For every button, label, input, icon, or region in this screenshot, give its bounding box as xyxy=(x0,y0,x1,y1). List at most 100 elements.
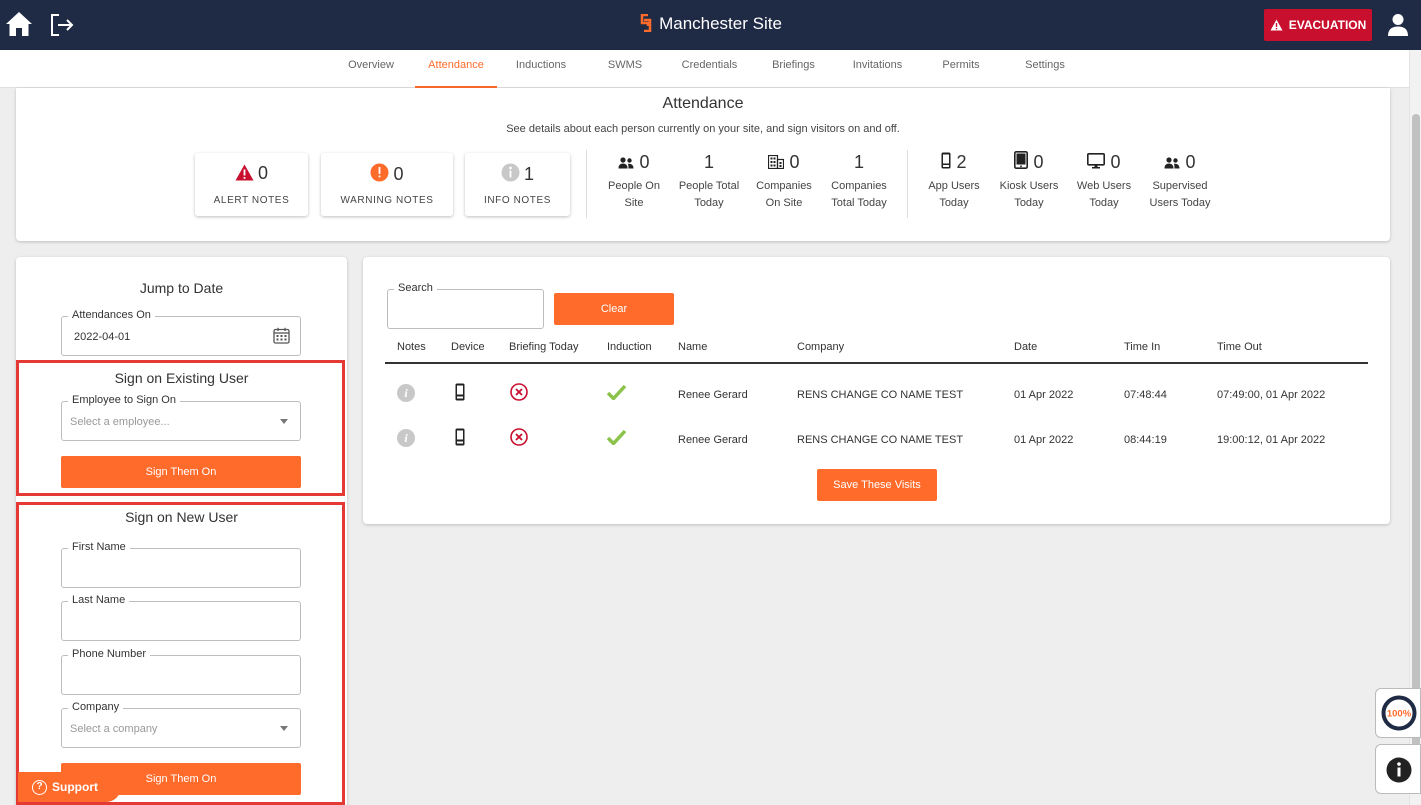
column-header-induction: Induction xyxy=(607,341,652,353)
attendances-on-date-field[interactable]: Attendances On 2022-04-01 xyxy=(61,309,301,356)
divider xyxy=(586,150,587,218)
app-users-today-label-1: App Users xyxy=(928,180,980,192)
tab-settings[interactable]: Settings xyxy=(1010,50,1080,88)
sign-on-existing-title: Sign on Existing User xyxy=(114,370,249,386)
attendance-summary-card: Attendance See details about each person… xyxy=(16,88,1390,241)
info-notes-count: 1 xyxy=(523,164,534,184)
search-field[interactable]: Search xyxy=(387,282,544,329)
stat-supervised-users-today: 0 Supervised Users Today xyxy=(1140,150,1220,212)
progress-widget[interactable]: 100% xyxy=(1375,688,1421,738)
first-name-field[interactable]: First Name xyxy=(61,541,301,588)
clear-button[interactable]: Clear xyxy=(554,293,674,325)
evacuation-label: EVACUATION xyxy=(1288,18,1367,32)
stat-companies-total-today: 1 Companies Total Today xyxy=(819,150,899,212)
companies-total-today-label-1: Companies xyxy=(831,180,887,192)
stat-app-users-today: 2 App Users Today xyxy=(914,150,994,212)
kiosk-users-today-label-2: Today xyxy=(1014,197,1044,209)
employee-label: Employee to Sign On xyxy=(68,394,180,406)
stat-people-on-site: 0 People On Site xyxy=(594,150,674,212)
row-company: RENS CHANGE CO NAME TEST xyxy=(797,434,964,446)
top-bar: Manchester Site EVACUATION xyxy=(0,0,1421,50)
row-time-in: 08:44:19 xyxy=(1124,434,1167,446)
last-name-field[interactable]: Last Name xyxy=(61,594,301,641)
alert-notes-card[interactable]: 0 ALERT NOTES xyxy=(195,153,308,216)
induction-complete-check-icon xyxy=(607,384,626,400)
support-button[interactable]: ? Support xyxy=(18,772,121,802)
site-title: Manchester Site xyxy=(0,14,1421,34)
companies-total-today-label-2: Total Today xyxy=(831,197,887,209)
support-label: Support xyxy=(52,780,98,794)
employee-select[interactable]: Employee to Sign On Select a employee... xyxy=(61,394,301,441)
column-header-briefing-today: Briefing Today xyxy=(509,341,579,353)
row-time-out: 07:49:00, 01 Apr 2022 xyxy=(1217,389,1326,401)
stat-kiosk-users-today: 0 Kiosk Users Today xyxy=(989,150,1069,212)
search-input[interactable] xyxy=(388,290,543,328)
warning-notes-card[interactable]: 0 WARNING NOTES xyxy=(321,153,453,216)
tab-briefings[interactable]: Briefings xyxy=(760,50,827,88)
people-total-today-label-2: Today xyxy=(694,197,724,209)
phone-number-input[interactable] xyxy=(62,656,300,694)
people-total-today-label-1: People Total xyxy=(678,180,740,192)
info-icon[interactable]: i xyxy=(397,429,415,447)
calendar-icon[interactable] xyxy=(273,327,290,344)
tab-invitations[interactable]: Invitations xyxy=(840,50,915,88)
alert-notes-label: ALERT NOTES xyxy=(213,195,290,206)
companies-on-site-label-1: Companies xyxy=(756,180,812,192)
last-name-input[interactable] xyxy=(62,602,300,640)
user-icon[interactable] xyxy=(1387,13,1409,37)
info-circle-icon xyxy=(1386,757,1412,783)
row-time-in: 07:48:44 xyxy=(1124,389,1167,401)
column-header-time-in: Time In xyxy=(1124,341,1161,353)
column-header-time-out: Time Out xyxy=(1217,341,1262,353)
evacuation-button[interactable]: EVACUATION xyxy=(1264,9,1372,41)
tab-permits[interactable]: Permits xyxy=(930,50,992,88)
row-time-out: 19:00:12, 01 Apr 2022 xyxy=(1217,434,1326,446)
monitor-icon xyxy=(1087,153,1106,169)
company-placeholder: Select a company xyxy=(70,723,158,735)
row-date: 01 Apr 2022 xyxy=(1014,389,1074,401)
tab-attendance[interactable]: Attendance xyxy=(415,50,497,88)
people-on-site-label-2: Site xyxy=(624,197,644,209)
save-these-visits-button[interactable]: Save These Visits xyxy=(817,469,937,501)
info-notes-label: INFO NOTES xyxy=(483,195,552,206)
briefing-missing-icon xyxy=(510,428,528,446)
kiosk-users-today-label-1: Kiosk Users xyxy=(999,180,1059,192)
stat-people-total-today: 1 People Total Today xyxy=(669,150,749,212)
tab-inductions[interactable]: Inductions xyxy=(505,50,577,88)
tab-credentials[interactable]: Credentials xyxy=(672,50,747,88)
people-on-site-label-1: People On xyxy=(608,180,660,192)
mobile-phone-icon xyxy=(455,428,465,446)
stat-web-users-today: 0 Web Users Today xyxy=(1064,150,1144,212)
first-name-input[interactable] xyxy=(62,549,300,587)
mobile-phone-icon xyxy=(455,383,465,401)
info-circle-icon xyxy=(501,163,520,182)
column-header-name: Name xyxy=(678,341,708,353)
info-widget[interactable] xyxy=(1375,744,1421,794)
page-subtitle: See details about each person currently … xyxy=(506,123,900,135)
tab-overview[interactable]: Overview xyxy=(335,50,407,88)
phone-number-field[interactable]: Phone Number xyxy=(61,648,301,695)
tab-swms[interactable]: SWMS xyxy=(590,50,660,88)
info-icon[interactable]: i xyxy=(397,384,415,402)
web-users-today-value: 0 xyxy=(1110,152,1121,172)
sign-them-on-existing-button[interactable]: Sign Them On xyxy=(61,456,301,488)
app-users-today-value: 2 xyxy=(956,152,967,172)
column-header-company: Company xyxy=(797,341,845,353)
companies-total-today-value: 1 xyxy=(853,152,864,172)
column-header-notes: Notes xyxy=(397,341,426,353)
column-header-device: Device xyxy=(451,341,485,353)
company-label: Company xyxy=(68,701,124,713)
supervised-users-today-value: 0 xyxy=(1185,152,1196,172)
company-select[interactable]: Company Select a company xyxy=(61,701,301,748)
tablet-icon xyxy=(1014,151,1029,169)
site-title-text: Manchester Site xyxy=(659,14,782,33)
warning-notes-label: WARNING NOTES xyxy=(340,195,434,206)
warning-notes-count: 0 xyxy=(393,164,404,184)
attendances-on-value: 2022-04-01 xyxy=(74,331,131,343)
stat-companies-on-site: 0 Companies On Site xyxy=(744,150,824,212)
people-icon xyxy=(618,157,634,169)
companies-on-site-label-2: On Site xyxy=(765,197,803,209)
people-icon xyxy=(1164,157,1180,169)
people-on-site-value: 0 xyxy=(639,152,650,172)
info-notes-card[interactable]: 1 INFO NOTES xyxy=(465,153,570,216)
